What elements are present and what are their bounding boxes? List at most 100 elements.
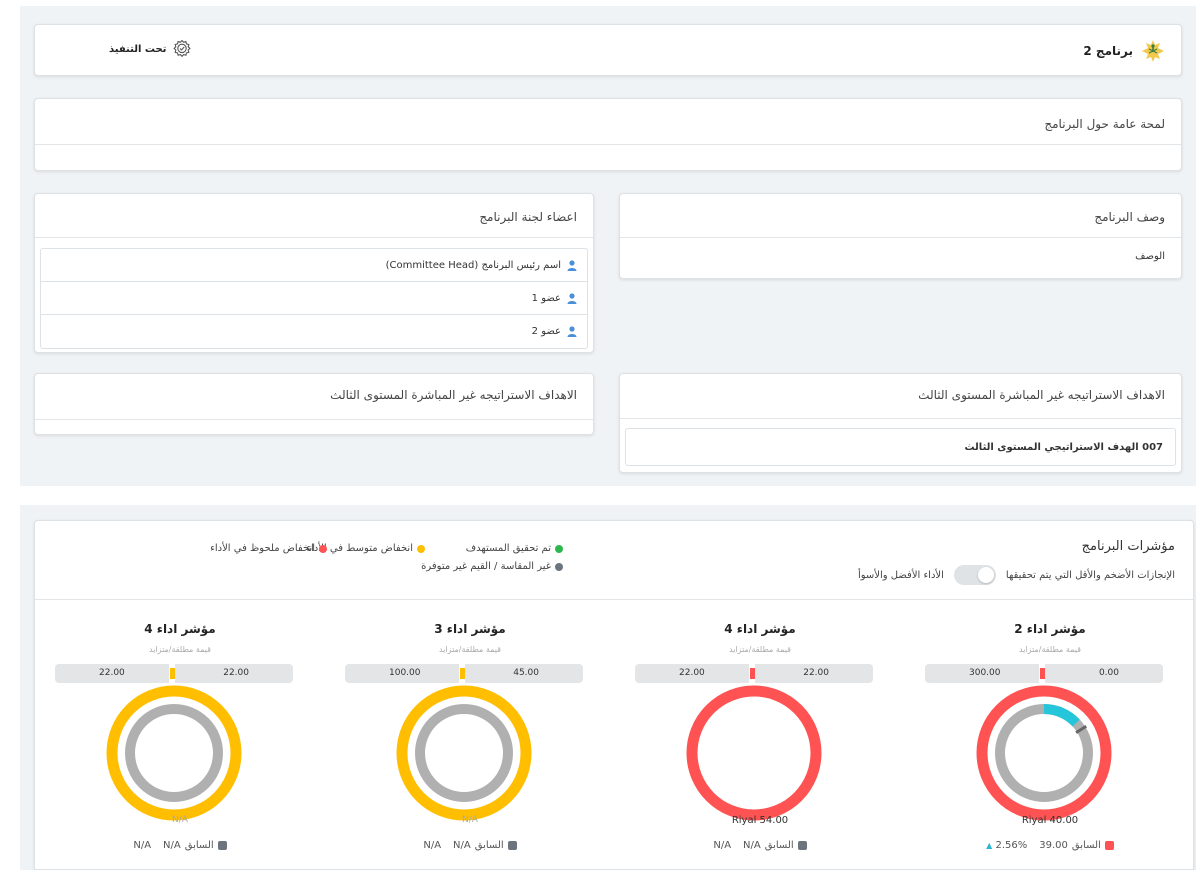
kpi-gauge: [976, 685, 1112, 821]
description-text: الوصف: [1135, 251, 1165, 262]
kpi-previous-row: السابق N/A N/A: [615, 840, 905, 851]
toggle-knob: [977, 567, 994, 583]
kpi-previous-row: السابق N/A N/A: [35, 840, 325, 851]
legend-na-label: غير المقاسة / القيم غير متوفرة: [421, 561, 551, 572]
program-title-text: برنامج 2: [1083, 44, 1133, 58]
member-name: اسم رئيس البرنامج (Committee Head): [385, 259, 561, 271]
committee-title: اعضاء لجنة البرنامج: [479, 210, 577, 224]
kpi-min: 45.00: [465, 664, 583, 683]
legend-achieved: تم تحقيق المستهدف: [466, 543, 563, 554]
previous-square-icon: [797, 841, 807, 850]
kpi-status-ring: [686, 685, 822, 821]
kpi-change-value: N/A: [133, 840, 152, 851]
previous-square-icon: [217, 841, 227, 850]
legend-achieved-label: تم تحقيق المستهدف: [465, 543, 551, 554]
previous-value: 39.00: [1039, 840, 1068, 851]
kpi-value: Riyal 40.00: [1021, 815, 1079, 826]
kpi-title: مؤشر اداء 4: [724, 622, 796, 636]
kpi-change: ▲ 2.56%: [986, 840, 1027, 851]
member-name: عضو 1: [531, 292, 561, 304]
user-icon: [567, 292, 577, 304]
description-divider: [620, 237, 1181, 238]
kpi-max: 22.00: [635, 664, 749, 683]
kpi-gauge: [686, 685, 822, 821]
kpi-min: 0.00: [1045, 664, 1163, 683]
gear-check-icon: [173, 39, 192, 58]
kpi-type: قيمة مطلقة/متزايد: [439, 645, 501, 654]
previous-square-icon: [507, 841, 517, 850]
kpi-value: Riyal 54.00: [731, 815, 789, 826]
previous-label: السابق: [474, 840, 504, 851]
user-icon: [567, 259, 577, 271]
gray-dot-icon: [555, 562, 563, 571]
previous-value: N/A: [743, 840, 761, 851]
kpi-value: N/A: [172, 815, 188, 825]
toggle-label: الأداء الأفضل والأسوأ: [857, 569, 944, 581]
legend-na: غير المقاسة / القيم غير متوفرة: [421, 561, 563, 572]
kpi-inner-ring: [415, 704, 513, 802]
strategic-goal-item[interactable]: 007 الهدف الاستراتيجي المستوى الثالث: [625, 428, 1176, 466]
kpi-title: مؤشر اداء 2: [1014, 622, 1086, 636]
user-icon: [567, 326, 577, 337]
committee-member-item: عضو 1: [41, 282, 587, 315]
kpi-type: قيمة مطلقة/متزايد: [1019, 645, 1081, 654]
member-name: عضو 2: [531, 326, 561, 337]
kpi-gauge: [106, 685, 242, 821]
committee-divider: [35, 237, 593, 238]
kpi-previous-row: السابق N/A N/A: [325, 840, 615, 851]
kpi-min: 22.00: [175, 664, 293, 683]
kpi-max: 300.00: [925, 664, 1039, 683]
strategic-goals-card: الاهداف الاستراتيجه غير المباشرة المستوى…: [619, 373, 1182, 473]
status-indicator: تحت التنفيذ: [109, 39, 192, 59]
kpi-range-marker: [460, 668, 465, 679]
kpi-change-value: N/A: [423, 840, 442, 851]
description-title: وصف البرنامج: [1094, 210, 1165, 224]
kpi-type: قيمة مطلقة/متزايد: [149, 645, 211, 654]
kpi-card[interactable]: مؤشر اداء 2 قيمة مطلقة/متزايد 300.00 0.00 Ri…: [905, 600, 1193, 869]
up-arrow-icon: ▲: [986, 841, 993, 850]
kpi-range-bar: 22.00 22.00: [635, 664, 873, 683]
kpi-value: N/A: [462, 815, 478, 825]
kpi-card[interactable]: مؤشر اداء 4 قيمة مطلقة/متزايد 22.00 22.00 Ri…: [615, 600, 905, 869]
red-dot-icon: [319, 544, 327, 553]
previous-label: السابق: [1071, 840, 1101, 851]
kpi-inner-ring: [125, 704, 223, 802]
kpi-range-bar: 300.00 0.00: [925, 664, 1163, 683]
kpi-previous-row: السابق 39.00 ▲ 2.56%: [905, 840, 1193, 851]
kpi-gauge: [396, 685, 532, 821]
kpi-grid: مؤشر اداء 2 قيمة مطلقة/متزايد 300.00 0.00 Ri…: [35, 599, 1193, 869]
committee-card: اعضاء لجنة البرنامج اسم رئيس البرنامج (C…: [34, 193, 594, 353]
status-label: تحت التنفيذ: [109, 43, 167, 55]
strategic-goals-title: الاهداف الاستراتيجه غير المباشرة المستوى…: [918, 388, 1165, 402]
legend-severe-label: انخفاض ملحوظ في الأداء: [210, 543, 315, 554]
kpi-title: مؤشر اداء 4: [144, 622, 216, 636]
committee-member-list: اسم رئيس البرنامج (Committee Head) عضو 1…: [40, 248, 588, 349]
overview-title: لمحة عامة حول البرنامج: [1044, 117, 1165, 131]
kpi-max: 22.00: [55, 664, 169, 683]
description-card: وصف البرنامج الوصف: [619, 193, 1182, 279]
indicators-subtitle: الإنجازات الأضخم والأقل التي يتم تحقيقها: [1005, 569, 1175, 581]
program-header-card: برنامج 2 تحت التنفيذ: [34, 24, 1182, 76]
kpi-card[interactable]: مؤشر اداء 4 قيمة مطلقة/متزايد 22.00 22.00 N/…: [35, 600, 325, 869]
kpi-type: قيمة مطلقة/متزايد: [729, 645, 791, 654]
kpi-card[interactable]: مؤشر اداء 3 قيمة مطلقة/متزايد 100.00 45.00 N…: [325, 600, 615, 869]
previous-label: السابق: [184, 840, 214, 851]
kpi-range-marker: [1040, 668, 1045, 679]
overview-card: لمحة عامة حول البرنامج: [34, 98, 1182, 171]
committee-member-item: عضو 2: [41, 315, 587, 348]
kpi-change: N/A: [423, 840, 441, 851]
indicators-subtitle-row: الإنجازات الأضخم والأقل التي يتم تحقيقها…: [858, 565, 1175, 585]
strategic-goals-title-secondary: الاهداف الاستراتيجه غير المباشرة المستوى…: [330, 388, 577, 402]
kpi-range-marker: [170, 668, 175, 679]
kpi-title: مؤشر اداء 3: [434, 622, 506, 636]
kpi-range-bar: 100.00 45.00: [345, 664, 583, 683]
kpi-change: N/A: [133, 840, 151, 851]
best-worst-toggle[interactable]: [953, 565, 996, 585]
overview-divider: [35, 144, 1181, 145]
kpi-max: 100.00: [345, 664, 459, 683]
kpi-min: 22.00: [755, 664, 873, 683]
yellow-dot-icon: [417, 544, 425, 553]
kpi-change: N/A: [713, 840, 731, 851]
kpi-range-marker: [750, 668, 755, 679]
strategic-goals-divider: [620, 418, 1181, 419]
